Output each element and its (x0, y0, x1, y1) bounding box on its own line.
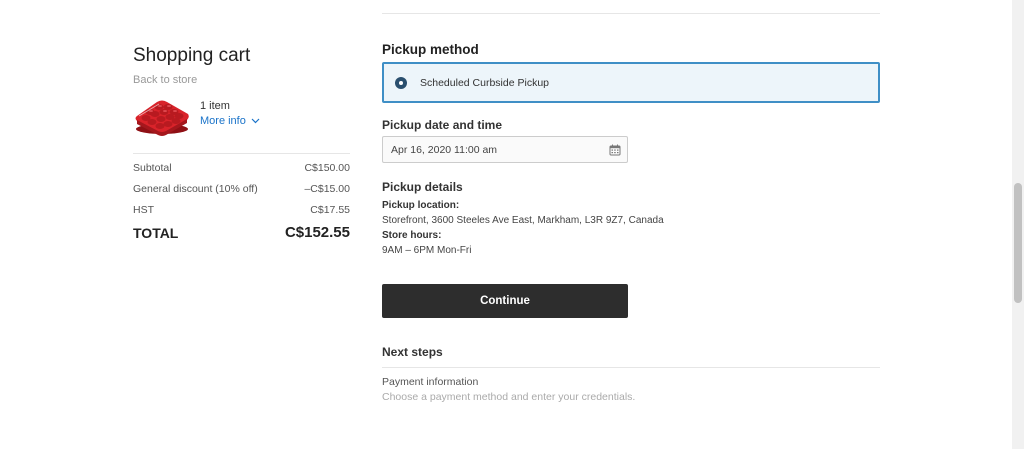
cart-summary: Shopping cart Back to store 1 item More … (133, 44, 350, 249)
subtotal-row: Subtotal C$150.00 (133, 161, 350, 175)
next-steps-divider (382, 367, 880, 368)
product-thumbnail (135, 100, 189, 136)
more-info-label: More info (200, 115, 246, 127)
discount-amount: –C$15.00 (304, 183, 350, 195)
subtotal-label: Subtotal (133, 162, 172, 174)
tax-row: HST C$17.55 (133, 203, 350, 217)
item-count: 1 item (200, 100, 230, 112)
pickup-datetime-field[interactable]: Apr 16, 2020 11:00 am (382, 136, 628, 163)
pickup-datetime-heading: Pickup date and time (382, 118, 503, 132)
continue-button[interactable]: Continue (382, 284, 628, 318)
pickup-details-heading: Pickup details (382, 180, 463, 194)
store-hours-value: 9AM – 6PM Mon-Fri (382, 245, 472, 256)
more-info-toggle[interactable]: More info (200, 114, 260, 128)
pickup-method-heading: Pickup method (382, 42, 479, 57)
back-to-store-link[interactable]: Back to store (133, 73, 350, 87)
radio-selected-icon[interactable] (395, 76, 407, 89)
checkout-page: Shopping cart Back to store 1 item More … (0, 0, 1024, 449)
scheduled-curbside-option[interactable]: Scheduled Curbside Pickup (382, 62, 880, 103)
pickup-location-label: Pickup location: (382, 200, 460, 211)
cart-divider (133, 153, 350, 154)
discount-label: General discount (10% off) (133, 183, 258, 195)
total-label: TOTAL (133, 225, 179, 241)
discount-row: General discount (10% off) –C$15.00 (133, 182, 350, 196)
page-scrollbar[interactable] (1012, 0, 1024, 449)
chevron-down-icon (251, 118, 260, 124)
step-payment-description: Choose a payment method and enter your c… (382, 391, 636, 403)
next-steps-heading: Next steps (382, 345, 443, 359)
store-hours-label: Store hours: (382, 230, 442, 241)
tax-label: HST (133, 204, 154, 216)
subtotal-amount: C$150.00 (304, 162, 350, 174)
pickup-datetime-value: Apr 16, 2020 11:00 am (391, 143, 498, 156)
scrollbar-thumb[interactable] (1014, 183, 1022, 303)
tax-amount: C$17.55 (310, 204, 350, 216)
top-divider (382, 13, 880, 14)
cart-title: Shopping cart (133, 45, 251, 66)
pickup-location-value: Storefront, 3600 Steeles Ave East, Markh… (382, 215, 664, 226)
step-payment-title: Payment information (382, 376, 479, 388)
calendar-icon[interactable] (609, 144, 621, 156)
totals-list: Subtotal C$150.00 General discount (10% … (133, 161, 350, 242)
total-row: TOTAL C$152.55 (133, 224, 350, 242)
option-label: Scheduled Curbside Pickup (420, 76, 549, 89)
cart-item: 1 item More info (133, 96, 350, 136)
total-amount: C$152.55 (284, 224, 350, 241)
